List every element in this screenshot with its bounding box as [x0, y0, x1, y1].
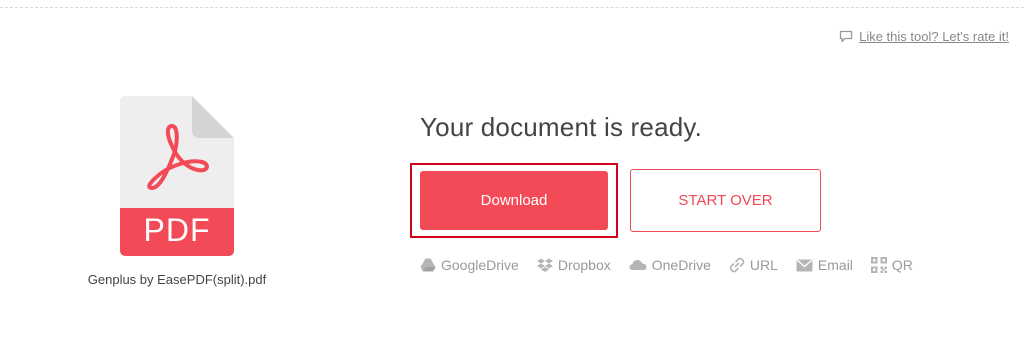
email-icon [796, 259, 813, 272]
save-option-label: URL [749, 257, 778, 273]
save-option-label: OneDrive [651, 257, 711, 273]
save-onedrive-option[interactable]: OneDrive [629, 257, 711, 273]
save-option-label: QR [891, 257, 913, 273]
save-options: GoogleDrive Dropbox OneDrive URL Email Q… [420, 257, 913, 273]
file-name: Genplus by EasePDF(split).pdf [87, 272, 267, 287]
start-over-button[interactable]: START OVER [630, 169, 821, 232]
save-url-option[interactable]: URL [729, 257, 778, 273]
qr-code-icon [870, 257, 887, 273]
rate-tool-link[interactable]: Like this tool? Let's rate it! [839, 29, 1009, 44]
file-type-badge: PDF [143, 212, 211, 248]
save-dropbox-option[interactable]: Dropbox [536, 257, 611, 273]
dropbox-icon [536, 258, 553, 273]
download-highlight: Download [410, 163, 618, 238]
save-option-label: GoogleDrive [441, 257, 519, 273]
google-drive-icon [420, 258, 436, 272]
rate-tool-label: Like this tool? Let's rate it! [859, 29, 1009, 44]
save-email-option[interactable]: Email [796, 257, 853, 273]
onedrive-icon [629, 259, 647, 271]
pdf-file-icon: PDF [120, 96, 234, 256]
save-option-label: Email [817, 257, 853, 273]
comment-icon [839, 30, 853, 43]
save-option-label: Dropbox [557, 257, 611, 273]
download-button[interactable]: Download [420, 171, 608, 230]
top-divider [0, 7, 1024, 8]
page-title: Your document is ready. [420, 112, 703, 142]
link-icon [729, 257, 745, 273]
save-qr-option[interactable]: QR [870, 257, 913, 273]
save-googledrive-option[interactable]: GoogleDrive [420, 257, 519, 273]
